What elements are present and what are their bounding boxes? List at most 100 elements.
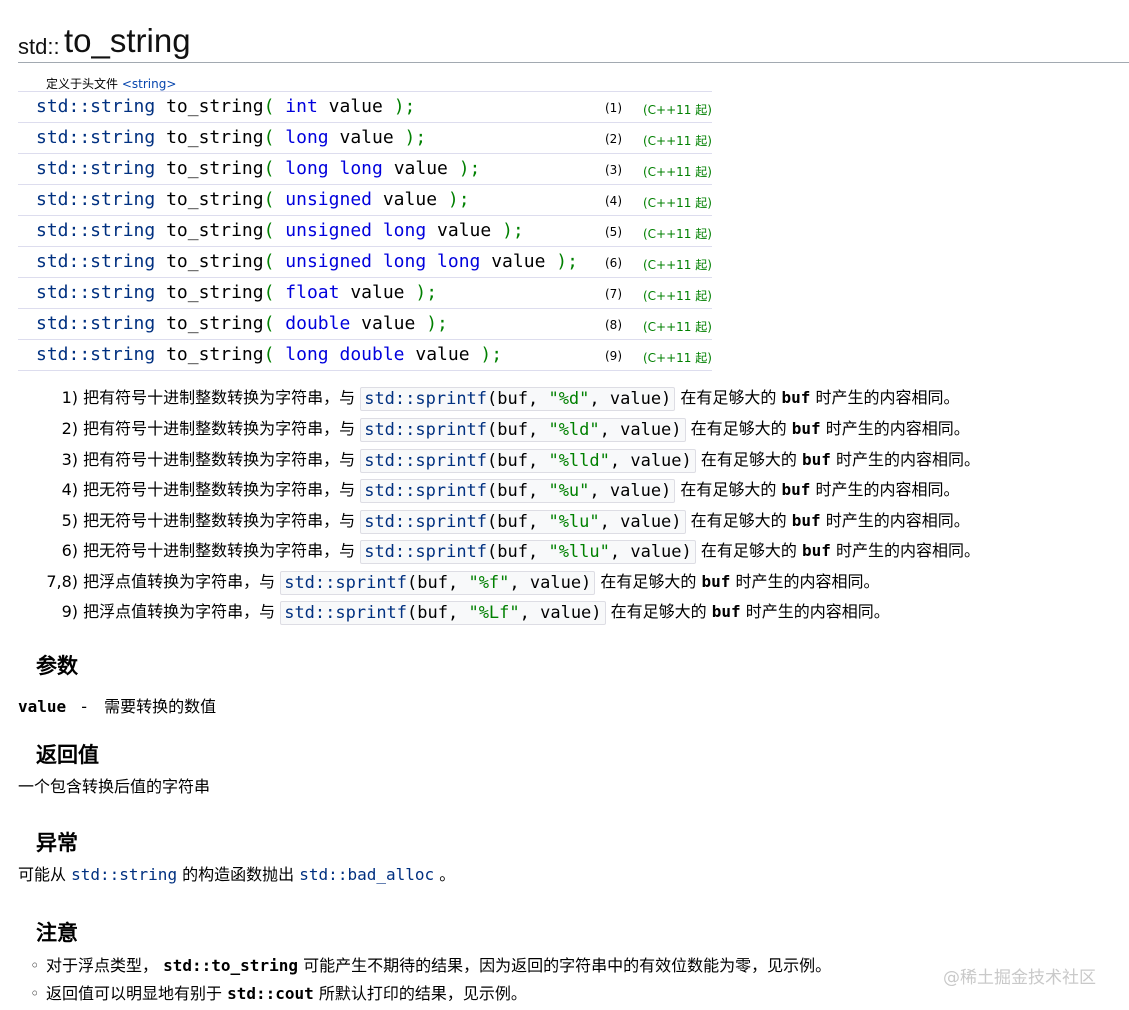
sprintf-args-open: (buf,	[407, 572, 469, 593]
since-version[interactable]: (C++11 起)	[643, 194, 712, 211]
open-paren: (	[263, 313, 275, 334]
sprintf-args-close: , value)	[599, 511, 682, 532]
sprintf-args-close: , value)	[609, 450, 692, 471]
return-type[interactable]: std::string	[36, 313, 155, 334]
description-text: 把有符号十进制整数转换为字符串，与	[83, 450, 356, 469]
return-type[interactable]: std::string	[36, 96, 155, 117]
description-tail-b: 时产生的内容相同。	[825, 511, 970, 530]
exceptions-post: 。	[439, 865, 456, 884]
since-version[interactable]: (C++11 起)	[643, 101, 712, 118]
return-type[interactable]: std::string	[36, 251, 155, 272]
param-type: int	[285, 96, 318, 117]
bad-alloc-link[interactable]: std::bad_alloc	[299, 865, 434, 884]
param-name: value	[415, 344, 470, 365]
param-name: value	[437, 220, 492, 241]
returns-heading: 返回值	[36, 743, 99, 767]
description-tail-a: 在有足够大的	[690, 419, 787, 438]
param-type: long	[285, 127, 329, 148]
note-item: ◦ 返回值可以明显地有别于 std::cout 所默认打印的结果，见示例。	[30, 980, 527, 1004]
since-version[interactable]: (C++11 起)	[643, 132, 712, 149]
sprintf-link[interactable]: std::sprintf	[364, 542, 487, 562]
sprintf-link[interactable]: std::sprintf	[364, 451, 487, 471]
overload-number: (7)	[605, 287, 622, 301]
overload-number: (2)	[605, 132, 622, 146]
std-string-link[interactable]: std::string	[71, 865, 177, 884]
function-name: to_string	[166, 313, 264, 334]
open-paren: (	[263, 96, 275, 117]
open-paren: (	[263, 158, 275, 179]
since-version[interactable]: (C++11 起)	[643, 318, 712, 335]
overload-number: (4)	[605, 194, 622, 208]
header-file-link[interactable]: <string>	[122, 77, 177, 91]
open-paren: (	[263, 282, 275, 303]
sprintf-args-open: (buf,	[487, 480, 549, 501]
return-type[interactable]: std::string	[36, 344, 155, 365]
format-string: "%ld"	[548, 419, 600, 440]
buf-code: buf	[801, 541, 831, 560]
note-post: 所默认打印的结果，见示例。	[318, 984, 527, 1003]
close-paren: );	[404, 127, 427, 148]
sprintf-link[interactable]: std::sprintf	[364, 420, 487, 440]
sprintf-args-open: (buf,	[407, 602, 469, 623]
description-text: 把浮点值转换为字符串，与	[83, 572, 276, 591]
sprintf-link[interactable]: std::sprintf	[364, 512, 487, 532]
return-type[interactable]: std::string	[36, 282, 155, 303]
sprintf-args-open: (buf,	[487, 450, 549, 471]
format-string: "%Lf"	[468, 602, 520, 623]
watermark: @稀土掘金技术社区	[943, 968, 1096, 988]
return-type[interactable]: std::string	[36, 158, 155, 179]
declaration-row: std::string to_string( float value ); (7)…	[18, 278, 712, 309]
open-paren: (	[263, 189, 275, 210]
sprintf-link[interactable]: std::sprintf	[284, 573, 407, 593]
close-paren: );	[447, 189, 470, 210]
param-name: value	[382, 189, 438, 210]
sprintf-code: std::sprintf(buf, "%u", value)	[360, 478, 676, 503]
sprintf-link[interactable]: std::sprintf	[284, 603, 407, 623]
title-name: to_string	[64, 22, 191, 59]
declaration-row: std::string to_string( unsigned value );…	[18, 185, 712, 216]
open-paren: (	[263, 220, 275, 241]
overload-number: (6)	[605, 256, 622, 270]
sprintf-code: std::sprintf(buf, "%ld", value)	[360, 417, 686, 442]
declaration-code: std::string to_string( int value );	[36, 96, 415, 117]
description-text: 把无符号十进制整数转换为字符串，与	[83, 511, 356, 530]
format-string: "%f"	[468, 572, 510, 593]
note-item: ◦ 对于浮点类型， std::to_string 可能产生不期待的结果，因为返回的…	[30, 952, 831, 976]
buf-code: buf	[801, 450, 831, 469]
close-paren: );	[458, 158, 481, 179]
param-name: value	[491, 251, 546, 272]
declaration-code: std::string to_string( long long value )…	[36, 158, 480, 179]
description-tail-b: 时产生的内容相同。	[835, 450, 980, 469]
since-version[interactable]: (C++11 起)	[643, 349, 712, 366]
since-version[interactable]: (C++11 起)	[643, 225, 712, 242]
exceptions-text: 可能从 std::string 的构造函数抛出 std::bad_alloc 。	[18, 861, 455, 885]
overload-number: (1)	[605, 101, 622, 115]
sprintf-code: std::sprintf(buf, "%llu", value)	[360, 539, 696, 564]
param-type: long double	[285, 344, 405, 365]
description-line: 1) 把有符号十进制整数转换为字符串，与 std::sprintf(buf, "…	[0, 384, 960, 411]
since-version[interactable]: (C++11 起)	[643, 256, 712, 273]
sprintf-args-open: (buf,	[487, 419, 549, 440]
declaration-row: std::string to_string( double value ); (8…	[18, 309, 712, 340]
sprintf-link[interactable]: std::sprintf	[364, 389, 487, 409]
buf-code: buf	[781, 388, 811, 407]
return-type[interactable]: std::string	[36, 127, 155, 148]
description-line: 3) 把有符号十进制整数转换为字符串，与 std::sprintf(buf, "…	[0, 446, 980, 473]
declaration-code: std::string to_string( unsigned long val…	[36, 220, 524, 241]
return-type[interactable]: std::string	[36, 189, 155, 210]
note-code: std::to_string	[163, 956, 298, 975]
declaration-row: std::string to_string( int value ); (1) (C…	[18, 92, 712, 123]
exceptions-heading: 异常	[36, 831, 78, 855]
description-tail-a: 在有足够大的	[680, 388, 777, 407]
buf-code: buf	[701, 572, 731, 591]
param-row: value - 需要转换的数值	[18, 693, 216, 717]
sprintf-link[interactable]: std::sprintf	[364, 481, 487, 501]
buf-code: buf	[791, 419, 821, 438]
param-type: unsigned long	[285, 220, 427, 241]
since-version[interactable]: (C++11 起)	[643, 287, 712, 304]
param-name: value	[350, 282, 405, 303]
since-version[interactable]: (C++11 起)	[643, 163, 712, 180]
declaration-code: std::string to_string( double value );	[36, 313, 448, 334]
description-number: 9)	[61, 602, 78, 621]
return-type[interactable]: std::string	[36, 220, 155, 241]
